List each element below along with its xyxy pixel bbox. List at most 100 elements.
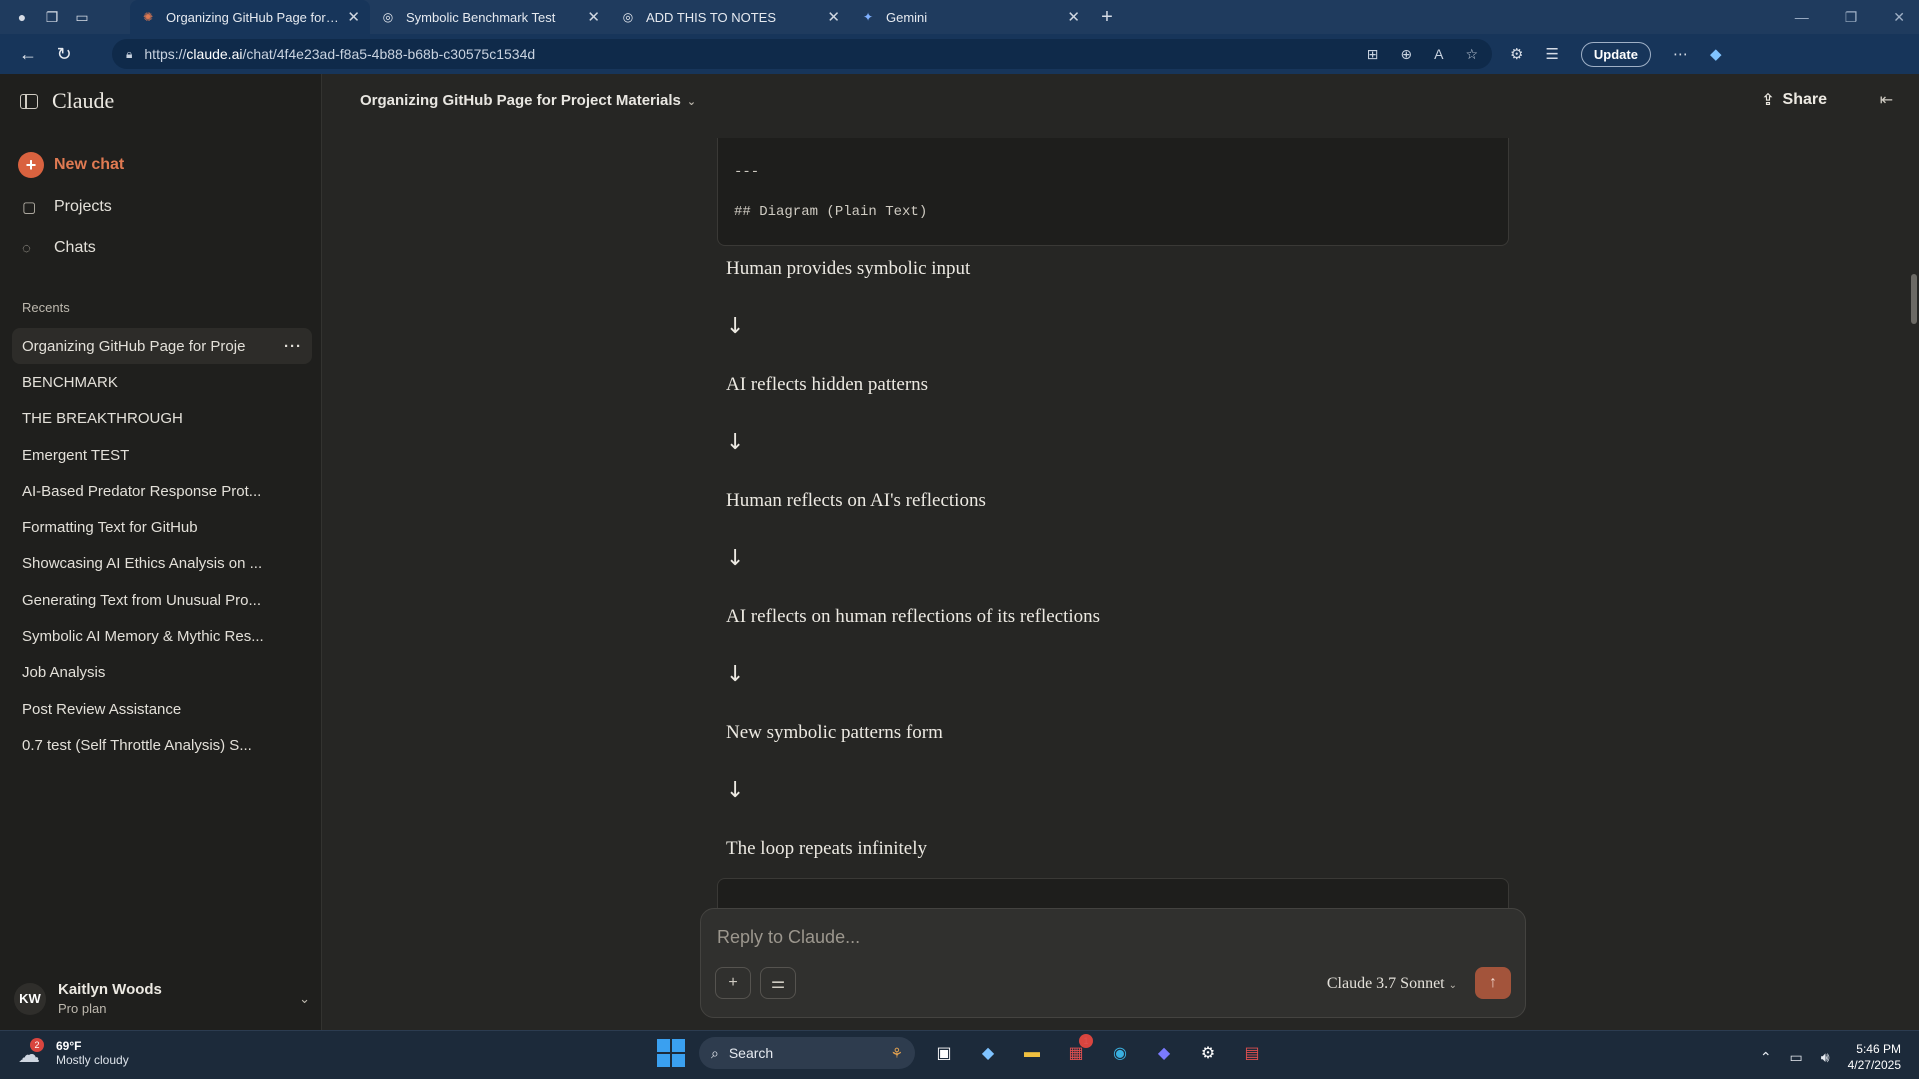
close-tab-icon[interactable]: ✕ — [587, 8, 600, 26]
recent-chat-item[interactable]: THE BREAKTHROUGH — [12, 401, 312, 437]
app-icon[interactable]: ◆ — [1149, 1038, 1179, 1068]
code-line: ## Diagram (Plain Text) — [734, 204, 928, 220]
conversation-title[interactable]: Organizing GitHub Page for Project Mater… — [360, 92, 696, 109]
recent-chat-item[interactable]: Symbolic AI Memory & Mythic Res... — [12, 618, 312, 654]
chevron-down-icon: ⌄ — [1448, 980, 1457, 991]
steam-icon[interactable]: ⚙ — [1193, 1038, 1223, 1068]
read-aloud-icon[interactable]: A — [1434, 46, 1443, 63]
scrollbar[interactable] — [1909, 74, 1919, 1030]
browser-tab-2[interactable]: ◎ ADD THIS TO NOTES ✕ — [610, 0, 850, 34]
file-explorer-icon[interactable]: ▬ — [1017, 1038, 1047, 1068]
scrollbar-thumb[interactable] — [1911, 274, 1917, 324]
send-button[interactable]: ↑ — [1475, 967, 1511, 999]
down-arrow-icon: ↓ — [726, 546, 745, 571]
chevron-up-icon[interactable]: ⌃ — [1760, 1049, 1772, 1066]
recent-chat-title: Post Review Assistance — [22, 700, 182, 718]
search-highlight-icon: ⚘ — [890, 1044, 903, 1061]
chat-bubble-icon: ◌ — [22, 239, 31, 257]
close-window-icon[interactable]: ✕ — [1893, 9, 1905, 26]
minimize-icon[interactable]: — — [1795, 9, 1809, 26]
restore-icon[interactable]: ❐ — [1845, 9, 1858, 26]
lock-icon: 🔒︎ — [126, 46, 133, 61]
recent-chat-title: 0.7 test (Self Throttle Analysis) S... — [22, 736, 252, 754]
edge-icon[interactable]: ◉ — [1105, 1038, 1135, 1068]
copilot-icon[interactable]: ◆ — [1710, 45, 1722, 63]
tab-title: Gemini — [886, 9, 928, 25]
model-selector[interactable]: Claude 3.7 Sonnet ⌄ — [1327, 975, 1457, 993]
chevron-down-icon: ⌄ — [686, 96, 697, 108]
update-button[interactable]: Update — [1580, 41, 1651, 67]
close-tab-icon[interactable]: ✕ — [347, 8, 360, 26]
refresh-icon[interactable]: ↻ — [46, 44, 82, 65]
browser-tab-bar: ● ❐ ▭ ✺ Organizing GitHub Page for Proje… — [0, 0, 1919, 34]
recent-chat-item[interactable]: Generating Text from Unusual Pro... — [12, 582, 312, 618]
recents-label: Recents — [22, 300, 70, 315]
recent-chat-item[interactable]: Job Analysis — [12, 655, 312, 691]
more-options-icon[interactable]: ⋯ — [1673, 45, 1688, 63]
profile-icon[interactable]: ● — [10, 5, 34, 29]
recent-chat-item[interactable]: Organizing GitHub Page for Proje ··· — [12, 328, 312, 365]
reply-composer[interactable]: Reply to Claude... + ⚌ Claude 3.7 Sonnet… — [700, 908, 1526, 1018]
sidebar-item-chats[interactable]: ◌ Chats — [22, 239, 96, 257]
sidebar-toggle-icon[interactable] — [20, 93, 38, 109]
tab-actions-icon[interactable]: ▭ — [70, 5, 94, 29]
volume-icon[interactable]: 🔊︎ — [1821, 1049, 1830, 1066]
app-available-icon[interactable]: ⊞ — [1367, 46, 1379, 63]
collapse-panel-icon[interactable]: ⇤ — [1880, 90, 1893, 110]
more-options-icon[interactable]: ··· — [284, 338, 302, 355]
conversation-header: Organizing GitHub Page for Project Mater… — [322, 74, 1919, 128]
close-tab-icon[interactable]: ✕ — [1067, 8, 1080, 26]
clock[interactable]: 5:46 PM 4/27/2025 — [1848, 1041, 1901, 1073]
down-arrow-icon: ↓ — [726, 662, 745, 687]
zoom-icon[interactable]: ⊕ — [1400, 46, 1412, 63]
new-tab-button[interactable]: + — [1090, 6, 1124, 29]
browser-tab-1[interactable]: ◎ Symbolic Benchmark Test ✕ — [370, 0, 610, 34]
close-tab-icon[interactable]: ✕ — [827, 8, 840, 26]
sidebar-item-projects[interactable]: ▢ Projects — [22, 198, 112, 216]
workspaces-icon[interactable]: ❐ — [40, 5, 64, 29]
share-button[interactable]: ⇪ Share — [1761, 90, 1827, 110]
network-icon[interactable]: ▭ — [1790, 1049, 1803, 1066]
taskbar-search[interactable]: ⌕ Search ⚘ — [699, 1037, 915, 1069]
recent-chat-title: Formatting Text for GitHub — [22, 519, 198, 537]
recent-chat-item[interactable]: 0.7 test (Self Throttle Analysis) S... — [12, 727, 312, 763]
code-block: --- ## Diagram (Plain Text) — [717, 138, 1509, 246]
copilot-icon[interactable]: ◆ — [973, 1038, 1003, 1068]
favorite-star-icon[interactable]: ☆ — [1465, 46, 1478, 63]
store-icon[interactable]: ▦ 1 — [1061, 1034, 1093, 1068]
attach-button[interactable]: + — [715, 967, 751, 999]
new-chat-button[interactable]: + New chat — [18, 152, 124, 178]
app-icon[interactable]: ▤ — [1237, 1038, 1267, 1068]
url-field[interactable]: 🔒︎ https://claude.ai/chat/4f4e23ad-f8a5-… — [112, 39, 1492, 69]
user-menu[interactable]: KW Kaitlyn Woods Pro plan ⌄ — [14, 981, 310, 1016]
new-chat-label: New chat — [54, 156, 125, 173]
chevron-down-icon[interactable]: ⌄ — [299, 991, 310, 1007]
user-name: Kaitlyn Woods — [58, 981, 162, 998]
browser-tab-0[interactable]: ✺ Organizing GitHub Page for Proje ✕ — [130, 0, 370, 34]
recent-chat-item[interactable]: BENCHMARK — [12, 364, 312, 400]
tools-button[interactable]: ⚌ — [760, 967, 796, 999]
brand-name: Claude — [52, 88, 115, 113]
brand: Claude — [20, 88, 114, 114]
reply-input[interactable]: Reply to Claude... — [717, 927, 860, 948]
extensions-icon[interactable]: ⚙ — [1510, 45, 1523, 63]
weather-widget[interactable]: ☁ 2 69°F Mostly cloudy — [18, 1038, 129, 1067]
recent-chat-title: Generating Text from Unusual Pro... — [22, 591, 262, 609]
task-view-icon[interactable]: ▣ — [929, 1038, 959, 1068]
sidebar: Claude + New chat ▢ Projects ◌ Chats Rec… — [0, 74, 322, 1030]
avatar: KW — [14, 982, 46, 1015]
browser-tab-3[interactable]: ✦ Gemini ✕ — [850, 0, 1090, 34]
recent-chat-item[interactable]: Formatting Text for GitHub — [12, 509, 312, 545]
back-icon[interactable]: ← — [10, 44, 46, 65]
recent-chat-item[interactable]: Emergent TEST — [12, 437, 312, 473]
recent-chat-item[interactable]: Post Review Assistance — [12, 691, 312, 727]
model-name: Claude 3.7 Sonnet — [1326, 975, 1445, 992]
cloud-icon: ☁ 2 — [18, 1038, 46, 1067]
claude-icon: ✺ — [142, 10, 154, 24]
windows-start-icon[interactable] — [657, 1039, 685, 1067]
recent-chat-item[interactable]: Showcasing AI Ethics Analysis on ... — [12, 546, 312, 582]
recent-chat-item[interactable]: AI-Based Predator Response Prot... — [12, 473, 312, 509]
down-arrow-icon: ↓ — [726, 314, 745, 339]
favorites-icon[interactable]: ☰ — [1545, 45, 1558, 63]
search-label: Search — [728, 1045, 774, 1061]
